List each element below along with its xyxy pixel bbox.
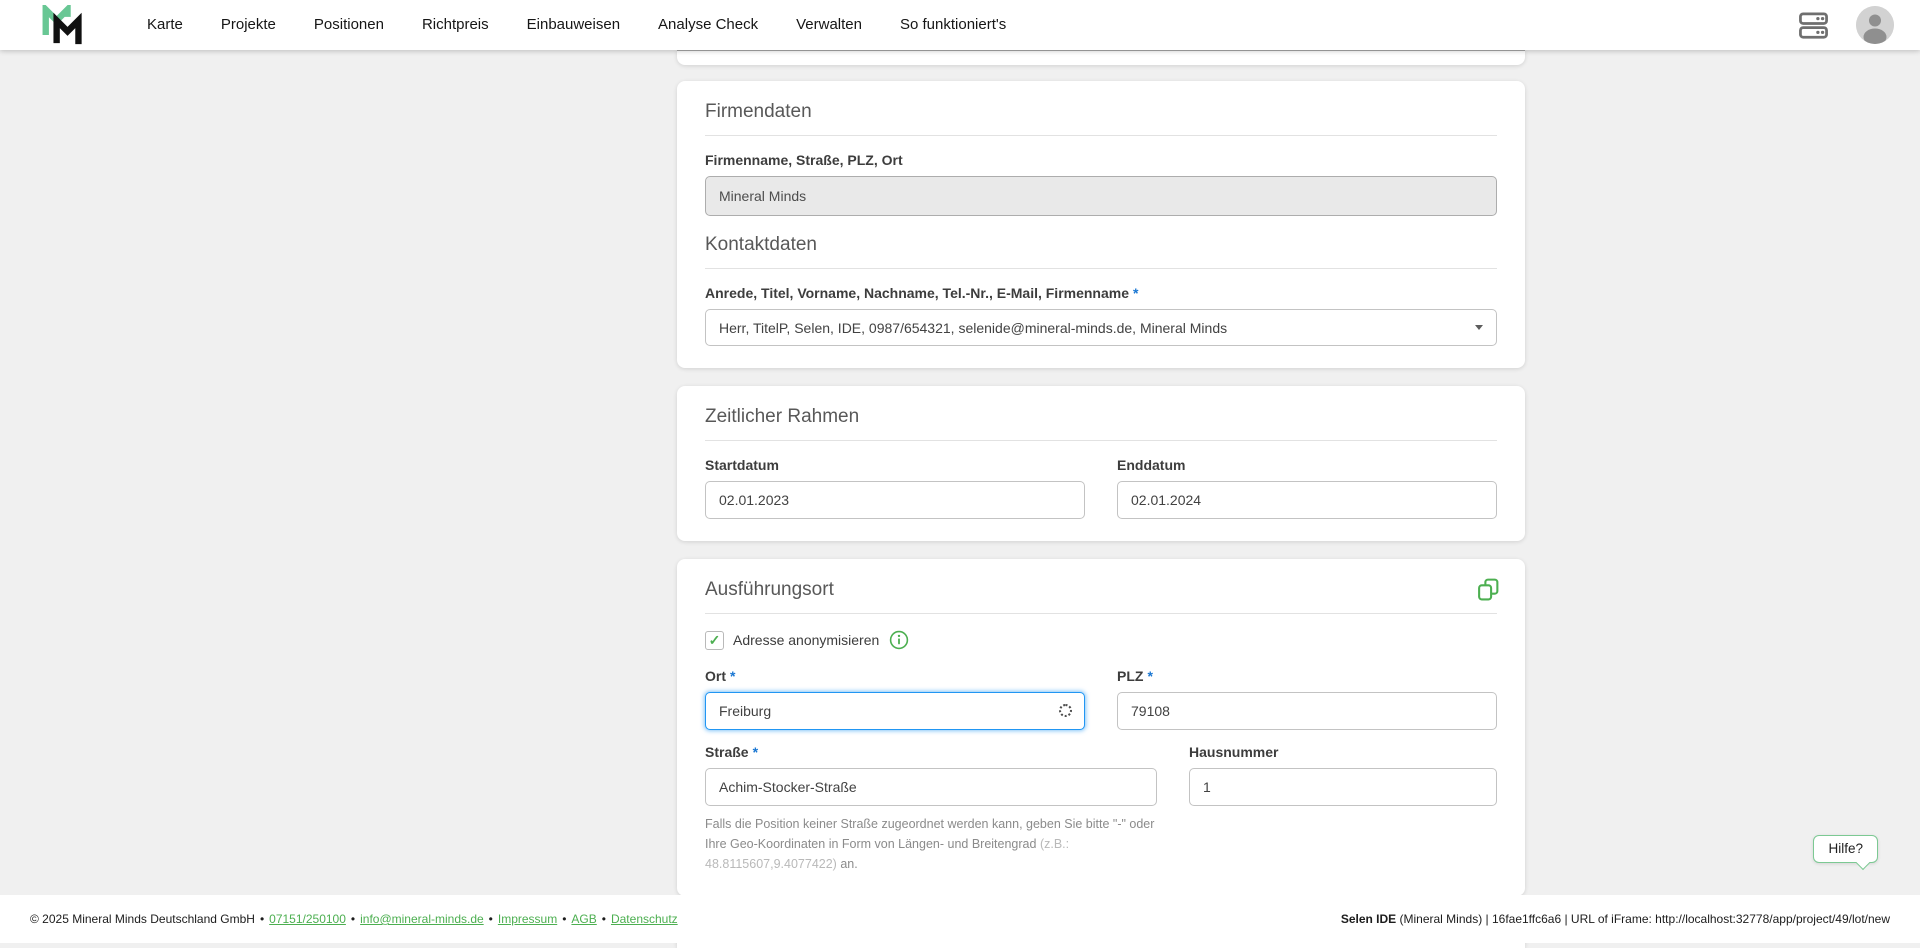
required-asterisk: * — [1147, 668, 1152, 684]
debug-details: (Mineral Minds) | 16fae1ffc6a6 | URL of … — [1396, 912, 1890, 926]
ort-label-text: Ort — [705, 668, 726, 684]
nav-item-richtpreis[interactable]: Richtpreis — [403, 0, 508, 50]
separator-dot: • — [602, 912, 606, 926]
footer-debug-info: Selen IDE (Mineral Minds) | 16fae1ffc6a6… — [1341, 912, 1890, 926]
chevron-down-icon — [1475, 325, 1483, 330]
server-icon[interactable] — [1797, 9, 1830, 42]
divider — [705, 440, 1497, 441]
enddatum-group: Enddatum — [1117, 457, 1497, 519]
previous-card-fragment — [677, 50, 1525, 65]
divider — [705, 268, 1497, 269]
ort-label: Ort* — [705, 668, 1085, 684]
kontaktdaten-title: Kontaktdaten — [705, 234, 1497, 256]
separator-dot: • — [562, 912, 566, 926]
enddatum-input[interactable] — [1117, 481, 1497, 519]
nav-item-positionen[interactable]: Positionen — [295, 0, 403, 50]
firmendaten-card: Firmendaten Firmenname, Straße, PLZ, Ort… — [677, 81, 1525, 368]
copyright-text: © 2025 Mineral Minds Deutschland GmbH — [30, 912, 255, 926]
anonymize-label: Adresse anonymisieren — [733, 632, 879, 648]
footer-email-link[interactable]: info@mineral-minds.de — [360, 912, 484, 926]
hausnummer-input[interactable] — [1189, 768, 1497, 806]
nav-item-projekte[interactable]: Projekte — [202, 0, 295, 50]
separator-dot: • — [260, 912, 264, 926]
plz-label: PLZ* — [1117, 668, 1497, 684]
hint-main: Falls die Position keiner Straße zugeord… — [705, 817, 1154, 851]
logo-mark-icon — [40, 5, 86, 45]
divider — [705, 135, 1497, 136]
footer-phone-link[interactable]: 07151/250100 — [269, 912, 346, 926]
footer-impressum-link[interactable]: Impressum — [498, 912, 557, 926]
startdatum-label: Startdatum — [705, 457, 1085, 473]
separator-dot: • — [489, 912, 493, 926]
strasse-label: Straße* — [705, 744, 1157, 760]
form-column: Firmendaten Firmenname, Straße, PLZ, Ort… — [677, 50, 1525, 948]
footer: © 2025 Mineral Minds Deutschland GmbH • … — [0, 895, 1920, 943]
info-icon[interactable] — [889, 630, 909, 650]
nav-item-verwalten[interactable]: Verwalten — [777, 0, 881, 50]
footer-left: © 2025 Mineral Minds Deutschland GmbH • … — [30, 912, 678, 926]
plz-input[interactable] — [1117, 692, 1497, 730]
hausnummer-label: Hausnummer — [1189, 744, 1497, 760]
startdatum-group: Startdatum — [705, 457, 1085, 519]
separator-dot: • — [351, 912, 355, 926]
nav-item-so-funktionierts[interactable]: So funktioniert's — [881, 0, 1025, 50]
zeitlicher-rahmen-title: Zeitlicher Rahmen — [705, 406, 1497, 428]
strasse-group: Straße* Falls die Position keiner Straße… — [705, 744, 1157, 874]
navbar-right — [1797, 6, 1894, 44]
ausfuehrungsort-title: Ausführungsort — [705, 579, 1497, 601]
strasse-input[interactable] — [705, 768, 1157, 806]
company-field-label: Firmenname, Straße, PLZ, Ort — [705, 152, 1497, 168]
nav-item-analyse-check[interactable]: Analyse Check — [639, 0, 777, 50]
ausfuehrungsort-card: Ausführungsort ✓ Adresse anonymisieren O… — [677, 559, 1525, 896]
user-avatar-icon[interactable] — [1856, 6, 1894, 44]
mineral-minds-logo[interactable] — [40, 5, 86, 45]
contact-select[interactable]: Herr, TitelP, Selen, IDE, 0987/654321, s… — [705, 309, 1497, 346]
hint-suffix: an. — [837, 857, 858, 871]
anonymize-checkbox[interactable]: ✓ — [705, 631, 724, 650]
startdatum-input[interactable] — [705, 481, 1085, 519]
help-button-label: Hilfe? — [1828, 841, 1863, 856]
ort-group: Ort* — [705, 668, 1085, 730]
contact-select-value: Herr, TitelP, Selen, IDE, 0987/654321, s… — [719, 320, 1227, 336]
debug-app-name: Selen IDE — [1341, 912, 1396, 926]
loading-spinner-icon — [1059, 704, 1072, 717]
strasse-hint-text: Falls die Position keiner Straße zugeord… — [705, 815, 1157, 874]
divider — [705, 613, 1497, 614]
firmendaten-title: Firmendaten — [705, 101, 1497, 123]
nav-item-karte[interactable]: Karte — [128, 0, 202, 50]
required-asterisk: * — [1133, 285, 1138, 301]
plz-group: PLZ* — [1117, 668, 1497, 730]
copy-icon[interactable] — [1476, 577, 1501, 607]
hausnummer-group: Hausnummer — [1189, 744, 1497, 874]
company-name-field — [705, 176, 1497, 216]
anonymize-row: ✓ Adresse anonymisieren — [705, 630, 1497, 650]
plz-label-text: PLZ — [1117, 668, 1143, 684]
contact-field-label: Anrede, Titel, Vorname, Nachname, Tel.-N… — [705, 285, 1497, 301]
help-button[interactable]: Hilfe? — [1813, 835, 1878, 863]
top-navbar: Karte Projekte Positionen Richtpreis Ein… — [0, 0, 1920, 50]
ort-input[interactable] — [705, 692, 1085, 730]
required-asterisk: * — [730, 668, 735, 684]
footer-agb-link[interactable]: AGB — [571, 912, 596, 926]
contact-field-label-text: Anrede, Titel, Vorname, Nachname, Tel.-N… — [705, 285, 1129, 301]
enddatum-label: Enddatum — [1117, 457, 1497, 473]
main-navigation: Karte Projekte Positionen Richtpreis Ein… — [128, 0, 1025, 50]
speech-bubble-tail — [1856, 856, 1870, 870]
strasse-label-text: Straße — [705, 744, 749, 760]
footer-datenschutz-link[interactable]: Datenschutz — [611, 912, 678, 926]
nav-item-einbauweisen[interactable]: Einbauweisen — [508, 0, 639, 50]
required-asterisk: * — [753, 744, 758, 760]
zeitlicher-rahmen-card: Zeitlicher Rahmen Startdatum Enddatum — [677, 386, 1525, 541]
